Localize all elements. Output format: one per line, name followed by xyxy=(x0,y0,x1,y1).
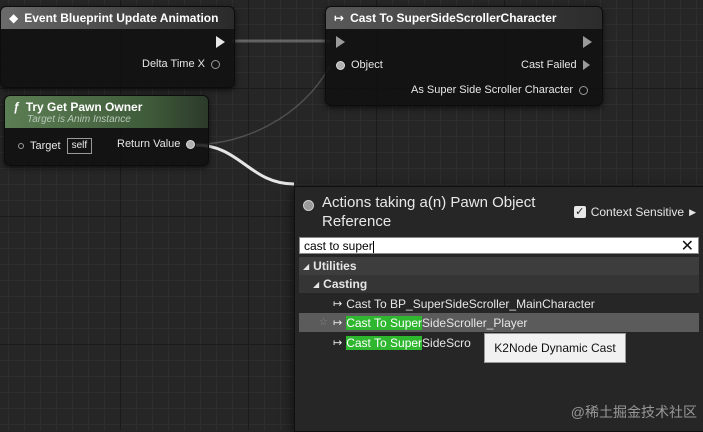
search-highlight: Cast To Super xyxy=(346,335,423,350)
tooltip: K2Node Dynamic Cast xyxy=(484,333,626,363)
clear-search-icon[interactable]: ✕ xyxy=(681,236,694,256)
delta-time-pin-row: Delta Time X xyxy=(142,58,220,70)
as-character-pin[interactable] xyxy=(579,85,589,95)
collapse-triangle-icon: ◢ xyxy=(303,261,310,271)
event-node-title: Event Blueprint Update Animation xyxy=(24,11,219,25)
event-diamond-icon: ◆ xyxy=(9,11,19,25)
context-sensitive-toggle[interactable]: ✓ Context Sensitive ▶ xyxy=(573,205,696,219)
as-character-label: As Super Side Scroller Character xyxy=(411,84,574,96)
category-casting-label: Casting xyxy=(323,277,368,291)
context-sensitive-label: Context Sensitive xyxy=(590,205,685,219)
cast-exec-in-pin[interactable] xyxy=(336,36,345,48)
menu-item-cast-main-character[interactable]: ↦ Cast To BP_SuperSideScroller_MainChara… xyxy=(299,294,699,313)
action-menu[interactable]: Actions taking a(n) Pawn Object Referenc… xyxy=(294,186,703,432)
category-utilities-label: Utilities xyxy=(313,259,357,273)
exec-in-icon xyxy=(336,36,345,48)
cast-arrow-icon: ↦ xyxy=(333,298,343,310)
collapse-triangle-icon: ◢ xyxy=(313,279,320,289)
menu-title: Actions taking a(n) Pawn Object Referenc… xyxy=(322,194,536,230)
category-utilities[interactable]: ◢ Utilities xyxy=(299,257,699,275)
event-update-animation-node[interactable]: ◆ Event Blueprint Update Animation xyxy=(0,6,235,88)
drag-wire xyxy=(195,143,295,186)
search-input[interactable]: cast to super ✕ xyxy=(299,236,699,256)
function-icon: ƒ xyxy=(13,99,20,114)
pawn-node-title: Try Get Pawn Owner xyxy=(25,99,143,114)
menu-item-cast-player[interactable]: ☆ ↦ Cast To Super SideScroller_Player xyxy=(299,313,699,332)
cast-arrow-icon: ↦ xyxy=(333,337,343,349)
favorite-star-icon[interactable]: ☆ xyxy=(319,317,328,328)
target-pin[interactable] xyxy=(18,143,24,149)
menu-title-area: Actions taking a(n) Pawn Object Referenc… xyxy=(303,193,562,231)
delta-time-label: Delta Time X xyxy=(142,58,205,70)
cast-exec-out-pin[interactable] xyxy=(583,36,592,48)
return-value-label: Return Value xyxy=(117,138,181,150)
watermark: @稀土掘金技术社区 xyxy=(570,404,697,420)
delta-time-pin[interactable] xyxy=(210,59,220,69)
cast-node-header[interactable]: ↦ Cast To SuperSideScrollerCharacter xyxy=(326,7,602,29)
cast-failed-label: Cast Failed xyxy=(521,59,577,71)
try-get-pawn-owner-node[interactable]: ƒ Try Get Pawn Owner Target is Anim Inst… xyxy=(4,95,209,166)
target-pin-row: Target self xyxy=(18,138,93,154)
self-box[interactable]: self xyxy=(66,138,93,154)
target-label: Target xyxy=(30,140,61,152)
search-value: cast to super xyxy=(304,239,373,253)
pawn-node-subtitle: Target is Anim Instance xyxy=(27,113,131,125)
exec-out-icon xyxy=(216,36,225,48)
category-casting[interactable]: ◢ Casting xyxy=(299,275,699,293)
cast-arrow-icon: ↦ xyxy=(334,11,345,25)
checkbox-checked-icon[interactable]: ✓ xyxy=(573,206,586,218)
cast-node-title: Cast To SuperSideScrollerCharacter xyxy=(350,11,557,25)
exec-out-icon xyxy=(583,36,592,48)
cast-failed-row: Cast Failed xyxy=(521,59,590,71)
as-character-row: As Super Side Scroller Character xyxy=(411,84,589,96)
item-text: SideScroller_Player xyxy=(422,315,528,330)
event-exec-out-pin[interactable] xyxy=(216,36,225,48)
object-pin[interactable] xyxy=(336,60,345,70)
search-highlight: Cast To Super xyxy=(346,315,423,330)
return-value-row: Return Value xyxy=(117,138,196,150)
text-caret xyxy=(372,240,374,253)
object-pin-label: Object xyxy=(351,59,383,71)
return-value-pin[interactable] xyxy=(186,139,196,149)
item-text: Cast To BP_SuperSideScroller_MainCharact… xyxy=(346,296,595,311)
pawn-node-header[interactable]: ƒ Try Get Pawn Owner Target is Anim Inst… xyxy=(5,96,208,128)
chevron-right-icon[interactable]: ▶ xyxy=(689,207,696,218)
item-text: SideScro xyxy=(422,335,471,350)
event-node-header[interactable]: ◆ Event Blueprint Update Animation xyxy=(1,7,234,29)
pawn-object-pin-icon xyxy=(303,200,314,211)
object-pin-row: Object xyxy=(336,59,383,71)
cast-failed-exec-icon[interactable] xyxy=(582,60,590,70)
cast-arrow-icon: ↦ xyxy=(333,317,343,329)
